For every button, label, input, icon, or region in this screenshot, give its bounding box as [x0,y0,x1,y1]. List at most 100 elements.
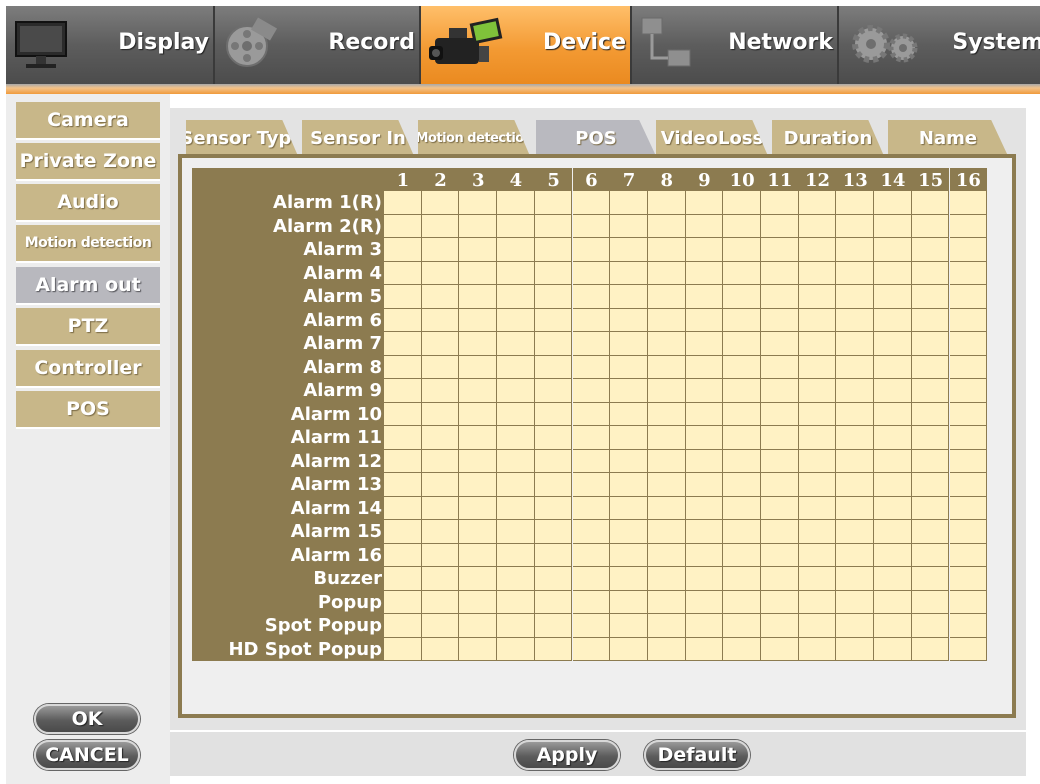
grid-cell[interactable] [459,214,498,238]
grid-cell[interactable] [798,520,837,544]
grid-cell[interactable] [647,355,686,379]
grid-cell[interactable] [874,567,912,591]
grid-cell[interactable] [761,285,799,309]
grid-cell[interactable] [610,214,648,238]
grid-cell[interactable] [421,520,460,544]
grid-cell[interactable] [836,543,875,567]
grid-cell[interactable] [610,355,648,379]
tab-pos[interactable]: POS [536,120,656,156]
grid-cell[interactable] [610,191,648,215]
grid-cell[interactable] [534,261,573,285]
grid-cell[interactable] [798,261,837,285]
grid-cell[interactable] [610,543,648,567]
grid-cell[interactable] [572,355,611,379]
grid-cell[interactable] [459,614,498,638]
grid-cell[interactable] [911,402,950,426]
grid-cell[interactable] [723,379,761,403]
grid-cell[interactable] [534,191,573,215]
grid-cell[interactable] [421,332,460,356]
grid-cell[interactable] [723,520,761,544]
side-item-private-zone[interactable]: Private Zone [16,143,160,181]
grid-cell[interactable] [384,238,422,262]
grid-cell[interactable] [647,261,686,285]
grid-cell[interactable] [610,308,648,332]
grid-cell[interactable] [421,426,460,450]
grid-cell[interactable] [685,332,724,356]
side-item-motion-detection[interactable]: Motion detection [16,225,160,263]
grid-cell[interactable] [459,355,498,379]
grid-cell[interactable] [874,214,912,238]
grid-cell[interactable] [685,238,724,262]
grid-cell[interactable] [459,567,498,591]
grid-cell[interactable] [384,191,422,215]
menu-system[interactable]: System [839,6,1040,84]
grid-cell[interactable] [836,637,875,661]
grid-cell[interactable] [798,543,837,567]
grid-cell[interactable] [384,355,422,379]
grid-cell[interactable] [421,496,460,520]
grid-cell[interactable] [534,285,573,309]
grid-cell[interactable] [421,614,460,638]
grid-cell[interactable] [798,473,837,497]
grid-cell[interactable] [685,355,724,379]
grid-cell[interactable] [610,426,648,450]
grid-cell[interactable] [497,308,535,332]
grid-cell[interactable] [949,402,988,426]
grid-cell[interactable] [384,332,422,356]
grid-cell[interactable] [610,449,648,473]
grid-cell[interactable] [610,261,648,285]
grid-cell[interactable] [572,332,611,356]
grid-cell[interactable] [949,637,988,661]
grid-cell[interactable] [874,285,912,309]
grid-cell[interactable] [459,520,498,544]
grid-cell[interactable] [685,637,724,661]
grid-cell[interactable] [497,191,535,215]
grid-cell[interactable] [949,543,988,567]
grid-cell[interactable] [798,191,837,215]
grid-cell[interactable] [911,426,950,450]
grid-cell[interactable] [647,402,686,426]
grid-cell[interactable] [836,285,875,309]
grid-cell[interactable] [384,614,422,638]
grid-cell[interactable] [761,473,799,497]
grid-cell[interactable] [685,614,724,638]
grid-cell[interactable] [534,355,573,379]
grid-cell[interactable] [874,520,912,544]
grid-cell[interactable] [534,473,573,497]
grid-cell[interactable] [798,332,837,356]
grid-cell[interactable] [723,191,761,215]
grid-cell[interactable] [685,426,724,450]
grid-cell[interactable] [421,637,460,661]
grid-cell[interactable] [836,261,875,285]
grid-cell[interactable] [685,402,724,426]
grid-cell[interactable] [723,426,761,450]
grid-cell[interactable] [761,614,799,638]
grid-cell[interactable] [874,402,912,426]
grid-cell[interactable] [798,379,837,403]
grid-cell[interactable] [610,567,648,591]
grid-cell[interactable] [421,214,460,238]
grid-cell[interactable] [647,614,686,638]
grid-cell[interactable] [421,590,460,614]
grid-cell[interactable] [459,473,498,497]
side-item-pos[interactable]: POS [16,391,160,429]
grid-cell[interactable] [798,214,837,238]
grid-cell[interactable] [572,308,611,332]
grid-cell[interactable] [497,285,535,309]
grid-cell[interactable] [761,332,799,356]
tab-motion-detection[interactable]: Motion detection [418,120,530,156]
grid-cell[interactable] [497,590,535,614]
grid-cell[interactable] [949,567,988,591]
grid-cell[interactable] [911,520,950,544]
grid-cell[interactable] [798,402,837,426]
grid-cell[interactable] [572,379,611,403]
grid-cell[interactable] [497,426,535,450]
grid-cell[interactable] [723,308,761,332]
grid-cell[interactable] [610,496,648,520]
grid-cell[interactable] [685,191,724,215]
grid-cell[interactable] [384,308,422,332]
grid-cell[interactable] [949,214,988,238]
grid-cell[interactable] [874,261,912,285]
grid-cell[interactable] [874,191,912,215]
grid-cell[interactable] [610,379,648,403]
